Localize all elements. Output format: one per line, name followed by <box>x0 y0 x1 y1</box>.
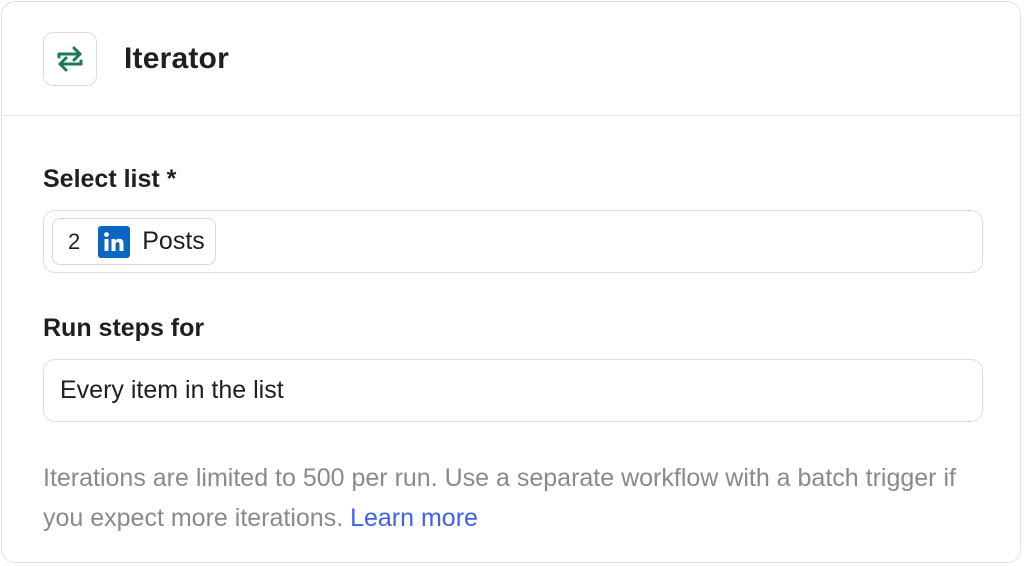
panel-title: Iterator <box>124 41 229 75</box>
linkedin-icon <box>98 225 131 258</box>
run-steps-value: Every item in the list <box>60 376 284 404</box>
select-list-label: Select list * <box>43 165 177 193</box>
run-steps-label: Run steps for <box>43 314 205 342</box>
repeat-arrows-icon <box>43 31 97 86</box>
run-steps-select[interactable]: Every item in the list <box>43 359 983 422</box>
help-text: Iterations are limited to 500 per run. U… <box>43 458 988 538</box>
panel-body: Select list * 2 Posts Run steps for Ever… <box>2 162 1020 538</box>
panel-header: Iterator <box>2 2 1020 116</box>
learn-more-link[interactable]: Learn more <box>350 504 478 532</box>
chip-label: Posts <box>142 227 205 255</box>
iterator-panel: Iterator Select list * 2 Posts Run steps… <box>1 1 1021 563</box>
help-text-body: Iterations are limited to 500 per run. U… <box>43 464 956 532</box>
list-chip[interactable]: 2 Posts <box>52 218 216 265</box>
select-list-input[interactable]: 2 Posts <box>43 210 983 273</box>
chip-step-number: 2 <box>68 228 81 254</box>
